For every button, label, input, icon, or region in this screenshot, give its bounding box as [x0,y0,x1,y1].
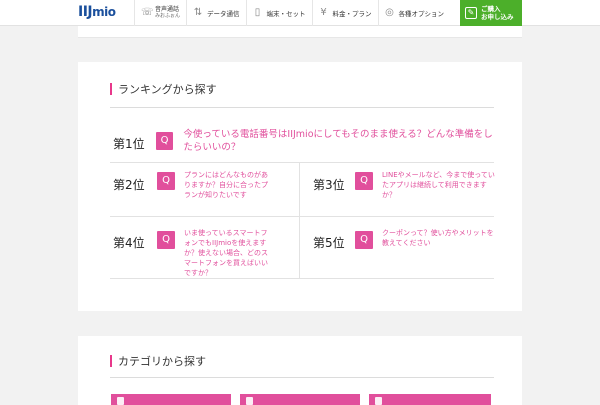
rank-label: 第5位 [313,236,345,250]
nav-label: 料金・プラン [332,10,372,18]
cta-line2: お申し込み [481,13,514,21]
category-button-2[interactable] [240,394,360,405]
question-icon: Q [157,172,175,190]
category-button-1[interactable] [111,394,231,405]
column-divider [299,162,300,278]
title-divider [110,107,494,108]
title-divider [110,377,494,378]
category-icon [117,397,124,405]
rank-label: 第2位 [113,178,145,192]
title-accent-bar [110,83,112,95]
question-icon: Q [157,231,175,249]
yen-icon: ¥ [320,7,327,18]
row-divider [110,162,494,163]
device-icon: ▯ [254,7,261,18]
nav-label: 各種オプション [398,10,445,18]
option-icon: ◎ [385,7,394,18]
main-nav: ☏ 音声通話 みおふぉん ⇅ データ通信 ▯ 端末・セット ¥ 料金・プラン ◎ … [134,0,450,26]
cta-line1: ご購入 [481,5,501,13]
apply-button[interactable]: ✎ ご購入 お申し込み [460,0,522,26]
logo[interactable]: IIJmio [0,0,116,26]
rank-label: 第4位 [113,236,145,250]
ranking-question-link[interactable]: プランにはどんなものがありますか？自分に合ったプランが知りたいです [184,170,274,200]
question-icon: Q [355,231,373,249]
nav-item-voice[interactable]: ☏ 音声通話 みおふぉん [134,0,186,26]
rank-label: 第1位 [113,137,145,151]
category-button-3[interactable] [369,394,491,405]
logo-text: IIJmio [78,4,116,20]
nav-sublabel: みおふぉん [155,13,181,19]
ranking-item-2[interactable]: 第2位 Q プランにはどんなものがありますか？自分に合ったプランが知りたいです [113,170,298,200]
nav-item-device[interactable]: ▯ 端末・セット [245,0,312,26]
site-header: IIJmio ☏ 音声通話 みおふぉん ⇅ データ通信 ▯ 端末・セット ¥ 料金… [0,0,600,26]
nav-item-data[interactable]: ⇅ データ通信 [186,0,246,26]
phone-icon: ☏ [141,7,154,18]
ranking-item-4[interactable]: 第4位 Q いま使っているスマートフォンでもIIJmioを使えますか？使えない場… [113,228,298,278]
previous-section-card [78,26,522,38]
category-title: カテゴリから探す [110,354,206,368]
ranking-question-link[interactable]: LINEやメールなど、今まで使っていたアプリは継続して利用できますか？ [382,170,498,200]
nav-label: データ通信 [207,10,240,18]
nav-label: 音声通話 [155,6,180,13]
ranking-item-5[interactable]: 第5位 Q クーポンって？使い方やメリットを教えてください [313,228,498,251]
category-icon [246,397,253,405]
ranking-question-link[interactable]: クーポンって？使い方やメリットを教えてください [382,228,498,248]
ranking-question-link[interactable]: 今使っている電話番号はIIJmioにしてもそのまま使える？どんな準備をしたらいい… [183,128,493,154]
rank-label: 第3位 [313,178,345,192]
edit-icon: ✎ [465,7,477,19]
category-card: カテゴリから探す [78,336,522,405]
row-divider [110,278,494,279]
ranking-question-link[interactable]: いま使っているスマートフォンでもIIJmioを使えますか？使えない場合、どのスマ… [184,228,274,278]
ranking-item-3[interactable]: 第3位 Q LINEやメールなど、今まで使っていたアプリは継続して利用できますか… [313,170,498,200]
category-title-text: カテゴリから探す [118,355,206,368]
ranking-title-text: ランキングから探す [118,83,217,96]
ranking-title: ランキングから探す [110,82,217,96]
ranking-item-1[interactable]: 第1位 Q 今使っている電話番号はIIJmioにしてもそのまま使える？どんな準備… [113,128,493,154]
nav-item-option[interactable]: ◎ 各種オプション [377,0,451,26]
nav-label: 端末・セット [266,10,306,18]
data-icon: ⇅ [193,7,203,18]
question-icon: Q [355,172,373,190]
row-divider [110,216,494,217]
title-accent-bar [110,355,112,367]
nav-item-plan[interactable]: ¥ 料金・プラン [311,0,378,26]
question-icon: Q [155,132,174,150]
category-icon [375,397,382,405]
ranking-card: ランキングから探す 第1位 Q 今使っている電話番号はIIJmioにしてもそのま… [78,62,522,311]
